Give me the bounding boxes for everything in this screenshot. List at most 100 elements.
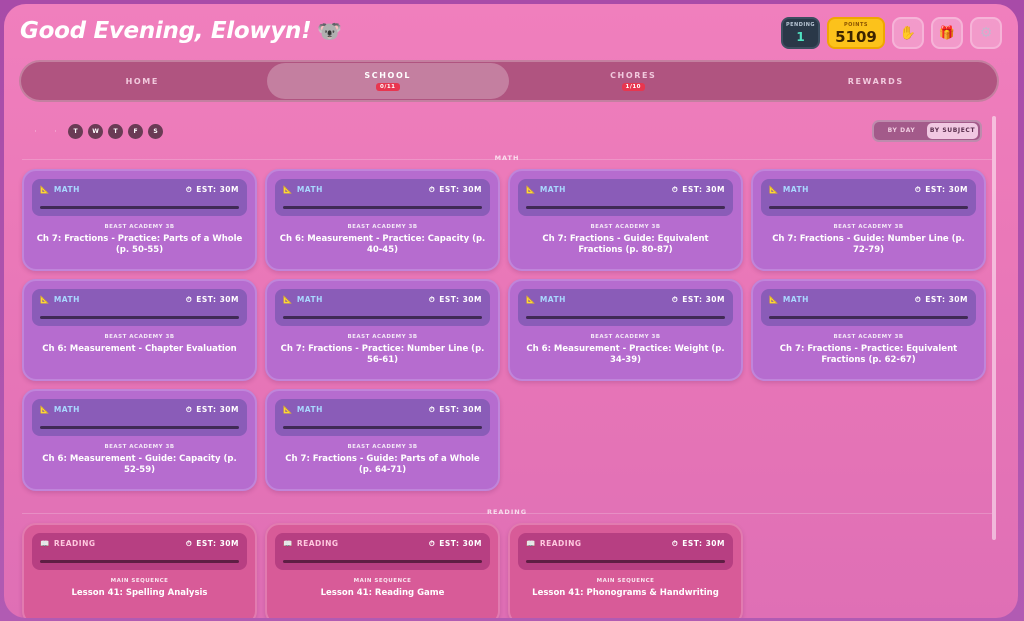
reading-section: READING 📖 READING ⏱ EST: 30M MAIN SEQUENCE Le… — [22, 508, 992, 618]
chores-progress-badge: 1/10 — [621, 83, 645, 91]
subject-text: MATH — [53, 295, 80, 304]
stopwatch-icon: ⏱ — [671, 295, 679, 304]
task-title: Ch 6: Measurement - Practice: Capacity (… — [279, 234, 486, 256]
task-title: Ch 6: Measurement - Practice: Weight (p.… — [526, 344, 725, 366]
main-nav: HOME SCHOOL 0/11 CHORES 1/10 REWARDS — [19, 60, 999, 102]
task-title: Ch 6: Measurement - Guide: Capacity (p. … — [42, 454, 237, 476]
estimate-label: ⏱ EST: 30M — [186, 539, 239, 549]
task-card[interactable]: 📐 MATH ⏱ EST: 30M BEAST ACADEMY 3B Ch 7: Frac… — [265, 389, 500, 491]
scrollbar[interactable] — [992, 116, 996, 540]
estimate-label: ⏱ EST: 30M — [915, 295, 968, 305]
day-button[interactable]: T — [108, 124, 123, 139]
day-button[interactable]: · — [28, 124, 43, 139]
task-card[interactable]: 📐 MATH ⏱ EST: 30M BEAST ACADEMY 3B Ch 6: Meas… — [22, 389, 257, 491]
subject-text: MATH — [782, 295, 809, 304]
task-card-header: 📖 READING ⏱ EST: 30M — [518, 533, 733, 570]
curriculum-label: BEAST ACADEMY 3B — [590, 224, 661, 230]
book-icon: 📖 — [283, 539, 293, 548]
progress-bar — [40, 560, 239, 563]
task-card-header: 📖 READING ⏱ EST: 30M — [32, 533, 247, 570]
task-card[interactable]: 📐 MATH ⏱ EST: 30M BEAST ACADEMY 3B Ch 7: Frac… — [508, 169, 743, 271]
tab-rewards[interactable]: REWARDS — [755, 63, 998, 99]
task-card[interactable]: 📐 MATH ⏱ EST: 30M BEAST ACADEMY 3B Ch 7: Frac… — [22, 169, 257, 271]
progress-bar — [283, 316, 482, 319]
estimate-label: ⏱ EST: 30M — [186, 295, 239, 305]
task-card[interactable]: 📐 MATH ⏱ EST: 30M BEAST ACADEMY 3B Ch 7: Frac… — [751, 279, 986, 381]
book-icon: 📖 — [526, 539, 536, 548]
estimate-label: ⏱ EST: 30M — [429, 405, 482, 415]
stopwatch-icon: ⏱ — [185, 185, 193, 194]
gift-icon: 🎁 — [938, 25, 956, 41]
stopwatch-icon: ⏱ — [428, 539, 436, 548]
task-title: Ch 7: Fractions - Guide: Parts of a Whol… — [285, 454, 480, 476]
estimate-label: ⏱ EST: 30M — [672, 539, 725, 549]
section-header: READING — [22, 508, 992, 518]
estimate-label: ⏱ EST: 30M — [915, 185, 968, 195]
ruler-icon: 📐 — [283, 185, 293, 194]
estimate-text: EST: 30M — [682, 539, 725, 548]
estimate-text: EST: 30M — [439, 185, 482, 194]
ruler-icon: 📐 — [526, 295, 536, 304]
curriculum-label: BEAST ACADEMY 3B — [833, 224, 904, 230]
task-card-header: 📐 MATH ⏱ EST: 30M — [275, 289, 490, 326]
curriculum-label: MAIN SEQUENCE — [353, 578, 412, 584]
tab-chores-label: CHORES — [610, 71, 657, 80]
day-button[interactable]: W — [88, 124, 103, 139]
subject-text: READING — [539, 539, 582, 548]
day-button[interactable]: F — [128, 124, 143, 139]
stopwatch-icon: ⏱ — [671, 185, 679, 194]
by-day-button[interactable]: BY DAY — [876, 123, 927, 139]
subject-text: MATH — [296, 185, 323, 194]
greeting: Good Evening, Elowyn! 🐨 — [20, 18, 342, 44]
curriculum-label: MAIN SEQUENCE — [596, 578, 655, 584]
tab-chores[interactable]: CHORES 1/10 — [512, 63, 755, 99]
subject-text: MATH — [53, 185, 80, 194]
estimate-text: EST: 30M — [925, 295, 968, 304]
day-button[interactable]: T — [68, 124, 83, 139]
task-card[interactable]: 📖 READING ⏱ EST: 30M MAIN SEQUENCE Lesson 41:… — [22, 523, 257, 618]
estimate-text: EST: 30M — [196, 295, 239, 304]
section-label: MATH — [494, 154, 520, 162]
estimate-label: ⏱ EST: 30M — [429, 295, 482, 305]
tab-home[interactable]: HOME — [21, 63, 264, 99]
curriculum-label: BEAST ACADEMY 3B — [347, 224, 418, 230]
section-label: READING — [486, 508, 528, 516]
progress-bar — [526, 316, 725, 319]
curriculum-label: BEAST ACADEMY 3B — [590, 334, 661, 340]
task-card[interactable]: 📐 MATH ⏱ EST: 30M BEAST ACADEMY 3B Ch 6: Meas… — [265, 169, 500, 271]
pending-label: PENDING — [785, 22, 816, 28]
curriculum-label: BEAST ACADEMY 3B — [833, 334, 904, 340]
task-card[interactable]: 📐 MATH ⏱ EST: 30M BEAST ACADEMY 3B Ch 6: Meas… — [508, 279, 743, 381]
points-counter[interactable]: POINTS 5109 — [827, 17, 885, 49]
task-card-header: 📐 MATH ⏱ EST: 30M — [32, 289, 247, 326]
gear-icon: ⚙ — [979, 25, 993, 41]
curriculum-label: BEAST ACADEMY 3B — [104, 444, 175, 450]
task-card-header: 📐 MATH ⏱ EST: 30M — [32, 399, 247, 436]
hand-button[interactable]: ✋ — [892, 17, 924, 49]
ruler-icon: 📐 — [769, 185, 779, 194]
estimate-text: EST: 30M — [196, 405, 239, 414]
day-button[interactable]: S — [148, 124, 163, 139]
reading-card-grid: 📖 READING ⏱ EST: 30M MAIN SEQUENCE Lesson 41:… — [22, 523, 992, 618]
curriculum-label: BEAST ACADEMY 3B — [347, 444, 418, 450]
ruler-icon: 📐 — [40, 405, 50, 414]
task-card[interactable]: 📖 READING ⏱ EST: 30M MAIN SEQUENCE Lesson 41:… — [265, 523, 500, 618]
estimate-label: ⏱ EST: 30M — [186, 185, 239, 195]
stopwatch-icon: ⏱ — [428, 405, 436, 414]
gift-button[interactable]: 🎁 — [931, 17, 963, 49]
ruler-icon: 📐 — [769, 295, 779, 304]
task-card[interactable]: 📐 MATH ⏱ EST: 30M BEAST ACADEMY 3B Ch 6: Meas… — [22, 279, 257, 381]
estimate-text: EST: 30M — [439, 295, 482, 304]
pending-counter[interactable]: PENDING 1 — [781, 17, 820, 49]
by-subject-button[interactable]: BY SUBJECT — [927, 123, 978, 139]
task-card[interactable]: 📖 READING ⏱ EST: 30M MAIN SEQUENCE Lesson 41:… — [508, 523, 743, 618]
subject-text: READING — [53, 539, 96, 548]
progress-bar — [526, 206, 725, 209]
settings-button[interactable]: ⚙ — [970, 17, 1002, 49]
task-card[interactable]: 📐 MATH ⏱ EST: 30M BEAST ACADEMY 3B Ch 7: Frac… — [265, 279, 500, 381]
stopwatch-icon: ⏱ — [914, 185, 922, 194]
task-card[interactable]: 📐 MATH ⏱ EST: 30M BEAST ACADEMY 3B Ch 7: Frac… — [751, 169, 986, 271]
day-button[interactable]: · — [48, 124, 63, 139]
curriculum-label: MAIN SEQUENCE — [110, 578, 169, 584]
tab-school[interactable]: SCHOOL 0/11 — [266, 63, 509, 99]
